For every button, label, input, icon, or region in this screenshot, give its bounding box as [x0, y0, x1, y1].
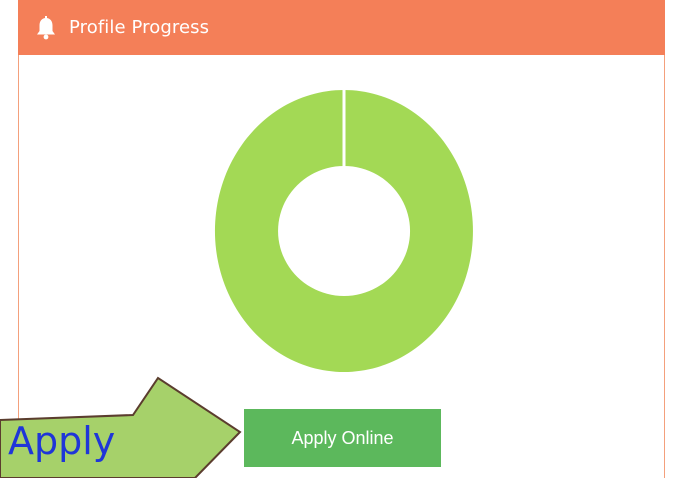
page: Profile Progress Apply Apply Online [0, 0, 685, 478]
panel-header: Profile Progress [18, 0, 665, 55]
profile-progress-chart [211, 86, 477, 376]
apply-online-button[interactable]: Apply Online [244, 409, 441, 467]
bell-icon [35, 15, 57, 40]
apply-annotation-text: Apply [8, 419, 116, 463]
panel-title: Profile Progress [69, 17, 210, 38]
